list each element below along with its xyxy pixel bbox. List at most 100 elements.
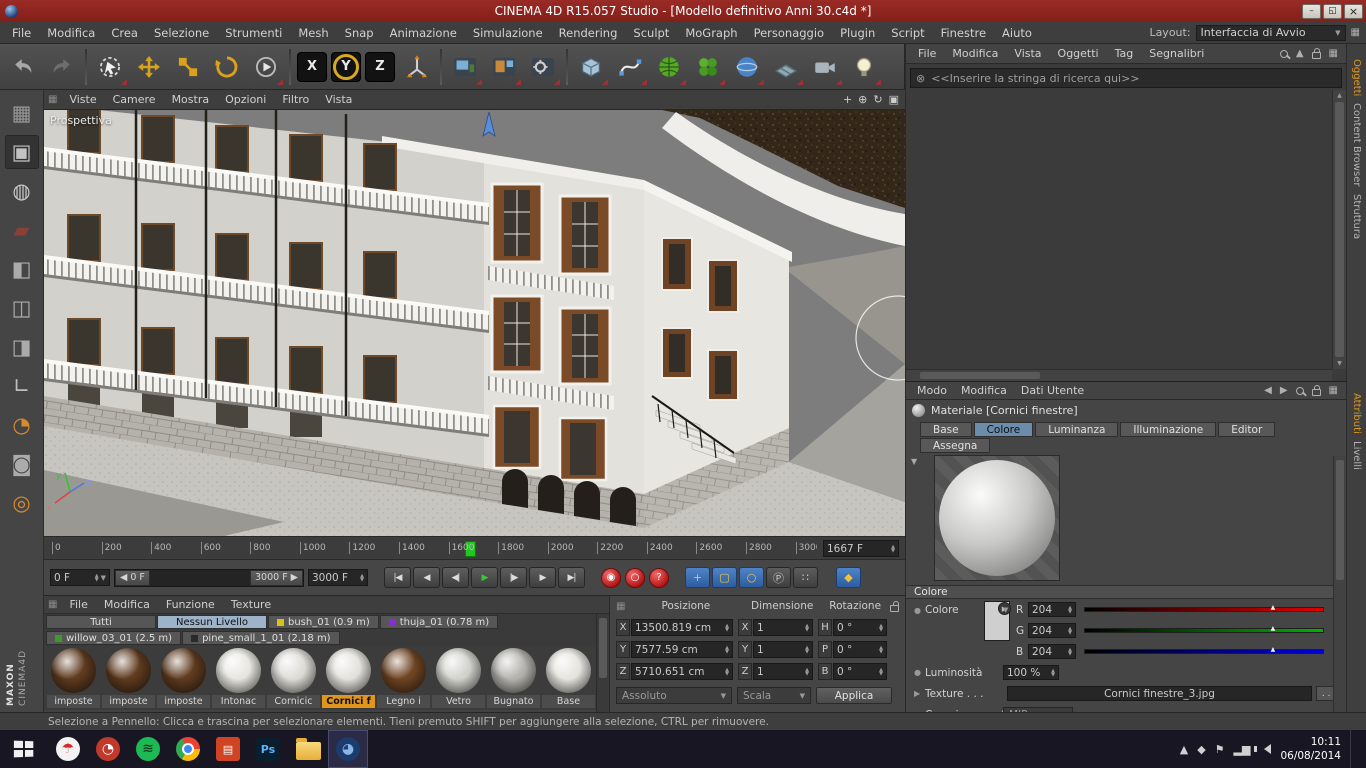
keyframe-selection-toggle[interactable]: ◆ [836, 567, 861, 588]
workplane-mode-button[interactable]: ▰ [5, 213, 39, 247]
add-subdivision-surface-button[interactable] [650, 47, 688, 87]
range-start-handle[interactable]: ◀ 0 F [115, 569, 150, 586]
layer-chip[interactable]: bush_01 (0.9 m) [268, 615, 379, 629]
key-parameter-toggle[interactable]: Ⓟ [766, 567, 791, 588]
tray-network-icon[interactable]: ▂▆ [1234, 743, 1251, 756]
anim-dot-icon[interactable]: ● [914, 668, 921, 677]
viewport-menu-item[interactable]: Camere [105, 93, 164, 106]
material-item[interactable]: Cornici f [321, 648, 376, 710]
redo-button[interactable] [43, 47, 81, 87]
goto-prev-key-button[interactable]: ◀ [413, 567, 440, 588]
axis-x-button[interactable]: X [297, 51, 327, 82]
material-preview[interactable] [934, 455, 1060, 581]
normal-move-tool[interactable]: ◔ [5, 408, 39, 442]
slider-marker-icon[interactable]: ▲ [1271, 604, 1276, 611]
layer-chip[interactable]: thuja_01 (0.78 m) [379, 615, 499, 629]
move-tool[interactable] [130, 47, 168, 87]
key-rotation-toggle[interactable]: ○ [739, 567, 764, 588]
autokeying-button[interactable]: ○ [625, 567, 645, 588]
layer-chip[interactable]: willow_03_01 (2.5 m) [46, 631, 182, 645]
attribute-tab[interactable]: Illuminazione [1120, 422, 1217, 437]
attribute-tab[interactable]: Luminanza [1035, 422, 1119, 437]
tray-shield-icon[interactable]: ◆ [1197, 743, 1205, 756]
start-frame-field[interactable]: 0 F ▲ ▼ ▼ [50, 569, 110, 586]
goto-end-button[interactable]: ▶| [558, 567, 585, 588]
range-end-handle[interactable]: 3000 F ▶ [250, 569, 303, 586]
menu-item[interactable]: MoGraph [677, 22, 745, 44]
viewport-menu-item[interactable]: Vista [317, 93, 360, 106]
viewport-menu-item[interactable]: Mostra [164, 93, 218, 106]
goto-next-key-button[interactable]: ▶ [529, 567, 556, 588]
panel-tab[interactable]: Livelli [1351, 441, 1362, 470]
panel-menu-icon[interactable]: ▦ [1329, 385, 1338, 396]
texture-field[interactable]: Cornici finestre_3.jpg [1007, 686, 1312, 701]
layer-chip[interactable]: Nessun Livello [157, 615, 267, 629]
menu-item[interactable]: Personaggio [746, 22, 833, 44]
object-tree-hscrollbar[interactable] [906, 369, 1332, 381]
material-menu-item[interactable]: File [61, 598, 95, 611]
position-mode-select[interactable]: Assoluto ▼ [616, 687, 732, 704]
panel-tab[interactable]: Content Browser [1351, 103, 1362, 186]
zoom-view-icon[interactable]: ⊕ [858, 93, 867, 106]
material-item[interactable]: imposte [46, 648, 101, 710]
office-app[interactable]: ▤ [208, 730, 248, 768]
menu-item[interactable]: Simulazione [465, 22, 551, 44]
render-picture-viewer-button[interactable] [485, 47, 523, 87]
search-icon[interactable] [1279, 49, 1288, 58]
keying-help-button[interactable]: ? [649, 567, 669, 588]
record-keyframe-button[interactable]: ◉ [601, 567, 621, 588]
add-sky-button[interactable] [728, 47, 766, 87]
tray-flag-icon[interactable]: ⚑ [1215, 743, 1225, 756]
timeline-range-slider[interactable]: ◀ 0 F 3000 F ▶ [114, 568, 304, 587]
panel-menu-icon[interactable]: ▦ [1329, 48, 1338, 59]
timeline-ruler[interactable]: 0 200 400 600 800 1000 1200 1400 1600 1800 2000 220… [44, 536, 905, 560]
clock[interactable]: 10:11 06/08/2014 [1280, 735, 1341, 763]
layer-chip[interactable]: pine_small_1_01 (2.18 m) [182, 631, 340, 645]
clear-search-icon[interactable]: ⊗ [916, 72, 925, 85]
key-scale-toggle[interactable]: ▢ [712, 567, 737, 588]
file-explorer-app[interactable] [288, 730, 328, 768]
menu-item[interactable]: Rendering [551, 22, 626, 44]
material-menu-item[interactable]: Modifica [96, 598, 158, 611]
pin-icon[interactable]: ▲ [1296, 48, 1304, 59]
menu-item[interactable]: Strumenti [217, 22, 290, 44]
attribute-tab[interactable]: Colore [973, 422, 1034, 437]
apply-button[interactable]: Applica [816, 687, 892, 704]
red-utility-app[interactable]: ◔ [88, 730, 128, 768]
channel-value-field[interactable]: 204 ▲ ▼ [1028, 644, 1076, 659]
lock-icon[interactable] [890, 600, 899, 612]
play-button[interactable]: ▶ [471, 567, 498, 588]
channel-slider[interactable]: ▲ [1084, 625, 1324, 633]
object-menu-item[interactable]: Oggetti [1050, 47, 1107, 60]
add-light-button[interactable] [845, 47, 883, 87]
model-mode-button[interactable]: ▣ [4, 135, 39, 169]
add-camera-button[interactable] [806, 47, 844, 87]
rotation-value-field[interactable]: 0 ° ▲ ▼ [833, 641, 887, 658]
search-input[interactable] [931, 71, 1336, 85]
current-frame-field[interactable]: 1667 F ▲ ▼ [823, 540, 899, 557]
material-scrollbar[interactable] [596, 614, 609, 712]
next-frame-button[interactable]: |▶ [500, 567, 527, 588]
layout-select[interactable]: Interfaccia di Avvio ▼ [1195, 24, 1346, 41]
material-item[interactable]: Bugnato [486, 648, 541, 710]
material-item[interactable]: Cornicic [266, 648, 321, 710]
start-button[interactable] [0, 730, 48, 768]
spinner[interactable]: ▲ ▼ [95, 573, 99, 582]
viewport-menu-item[interactable]: Viste [61, 93, 104, 106]
spinner[interactable]: ▲ ▼ [360, 573, 364, 582]
gyro-tool-button[interactable]: ◎ [5, 486, 39, 520]
menu-item[interactable]: Selezione [146, 22, 217, 44]
add-cube-button[interactable] [572, 47, 610, 87]
lock-icon[interactable] [1311, 385, 1321, 396]
expand-texture-icon[interactable]: ▶ [914, 689, 921, 698]
menu-item[interactable]: Script [883, 22, 932, 44]
position-value-field[interactable]: 13500.819 cm ▲ ▼ [631, 619, 733, 636]
dimension-value-field[interactable]: 1 ▲ ▼ [753, 619, 813, 636]
object-axis-mode-button[interactable]: ∟ [5, 369, 39, 403]
object-menu-item[interactable]: File [910, 47, 944, 60]
spinner[interactable]: ▲ ▼ [891, 544, 895, 553]
dimension-mode-select[interactable]: Scala ▼ [737, 687, 811, 704]
title-bar[interactable]: CINEMA 4D R15.057 Studio - [Modello defi… [0, 0, 1366, 22]
lock-icon[interactable] [1311, 48, 1321, 59]
add-mograph-cloner-button[interactable] [689, 47, 727, 87]
